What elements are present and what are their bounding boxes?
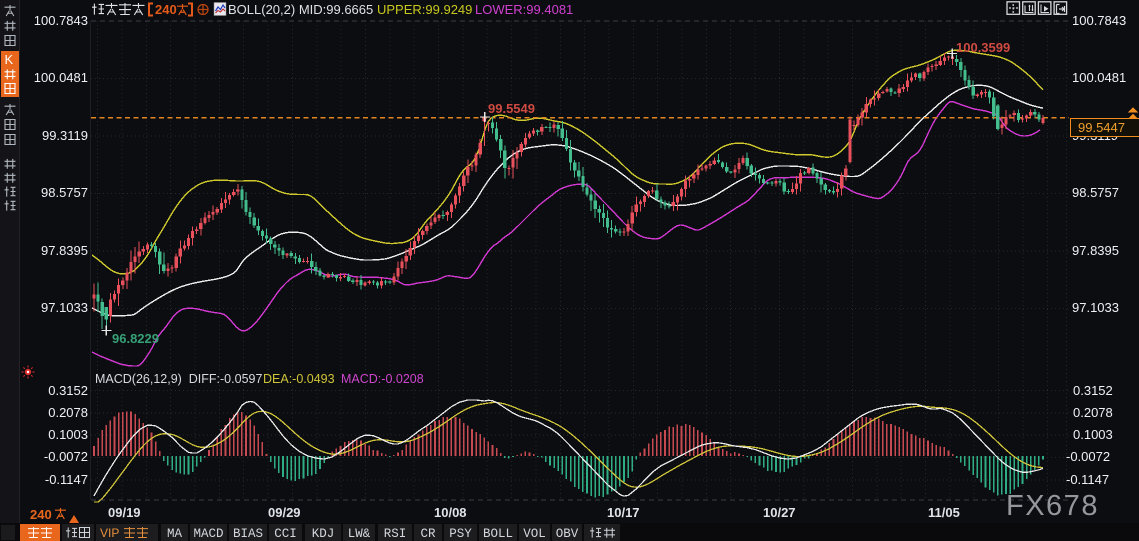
svg-text:MACD: MACD: [193, 527, 223, 541]
svg-text:MA: MA: [167, 527, 183, 541]
svg-text:VOL: VOL: [523, 527, 546, 541]
svg-text:BOLL: BOLL: [483, 527, 513, 541]
svg-text:240: 240: [30, 507, 52, 522]
svg-text:K: K: [5, 52, 14, 67]
svg-text:CCI: CCI: [274, 527, 297, 541]
svg-text:OBV: OBV: [556, 527, 579, 541]
svg-text:PSY: PSY: [449, 527, 472, 541]
svg-text:LW&: LW&: [348, 527, 371, 541]
svg-text:BIAS: BIAS: [233, 527, 263, 541]
svg-text:240: 240: [155, 2, 177, 17]
svg-text:RSI: RSI: [384, 527, 407, 541]
svg-text:KDJ: KDJ: [312, 527, 335, 541]
svg-text:CR: CR: [420, 527, 436, 541]
svg-text:VIP: VIP: [100, 526, 119, 540]
